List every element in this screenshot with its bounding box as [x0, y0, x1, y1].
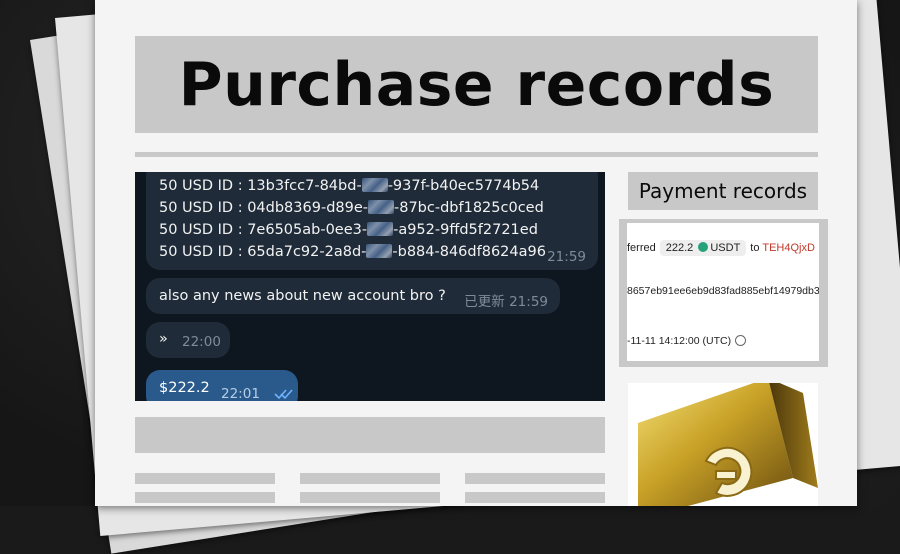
order-line: 50 USD ID : 04db8369-d89e- -87bc-dbf1825c…	[159, 200, 544, 216]
clock-icon	[735, 335, 747, 346]
message-text: »	[159, 331, 168, 347]
message-text: $222.2	[159, 380, 210, 396]
message-text: also any news about new account bro ?	[159, 288, 446, 304]
placeholder-line	[300, 492, 440, 503]
redaction-blur	[366, 244, 393, 258]
placeholder-line	[135, 492, 275, 503]
message-time: 22:00	[182, 334, 221, 350]
to-address-link[interactable]: TEH4QjxD	[762, 242, 815, 254]
order-line: 50 USD ID : 7e6505ab-0ee3- -a952-9ffd5f27…	[159, 222, 538, 238]
headline-title: Purchase records	[178, 49, 775, 120]
redaction-blur	[361, 178, 388, 192]
amount-message: $222.2 22:01	[146, 370, 298, 401]
tx-hash: 8657eb91ee6eb9d83fad885ebf14979db3b	[627, 285, 819, 297]
headline-divider	[135, 152, 818, 157]
transfer-row: ferred 222.2 USDT to TEH4QjxD	[627, 240, 815, 256]
payment-record-card: ferred 222.2 USDT to TEH4QjxD 8657eb91ee6e…	[627, 223, 819, 361]
question-message: also any news about new account bro ? 已更…	[146, 278, 560, 314]
placeholder-bar	[135, 417, 605, 453]
timestamp-row: -11-11 14:12:00 (UTC)	[627, 335, 747, 347]
gold-g-logo	[638, 383, 818, 506]
message-time: 21:59	[547, 249, 586, 265]
redaction-blur	[368, 200, 394, 214]
placeholder-line	[465, 473, 605, 484]
message-status: 已更新 21:59	[464, 294, 548, 310]
double-check-icon	[274, 389, 293, 400]
short-message: » 22:00	[146, 322, 230, 358]
order-line: 50 USD ID : 65da7c92-2a8d- -b884-846df862…	[159, 244, 546, 260]
chat-screenshot: 50 USD ID : 13b3fcc7-84bd- -937f-b40ec577…	[135, 172, 605, 401]
payment-records-heading: Payment records	[628, 172, 818, 210]
gold-logo-image	[628, 383, 818, 506]
placeholder-line	[465, 492, 605, 503]
order-line: 50 USD ID : 13b3fcc7-84bd- -937f-b40ec577…	[159, 178, 540, 194]
usdt-coin-icon	[698, 242, 709, 252]
redaction-blur	[367, 222, 394, 236]
message-time: 22:01	[221, 386, 260, 401]
placeholder-line	[135, 473, 275, 484]
order-ids-message: 50 USD ID : 13b3fcc7-84bd- -937f-b40ec577…	[146, 172, 598, 270]
headline-banner: Purchase records	[135, 36, 818, 133]
amount-pill: 222.2 USDT	[659, 240, 747, 256]
placeholder-line	[300, 473, 440, 484]
